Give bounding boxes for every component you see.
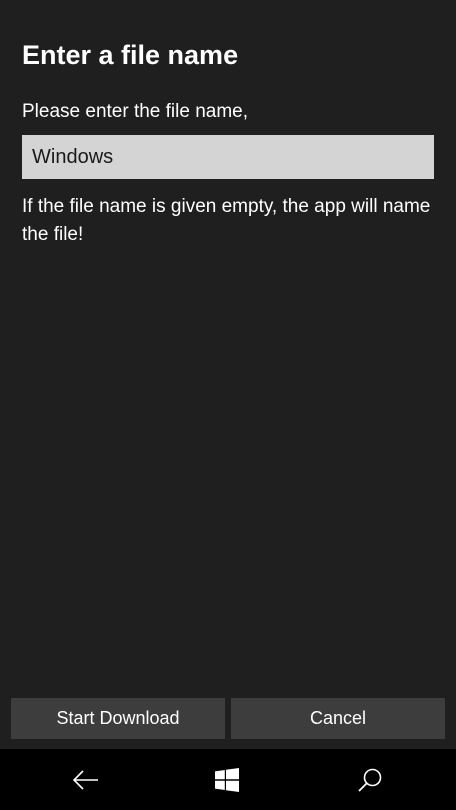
- windows-logo-icon: [215, 767, 239, 792]
- cancel-button[interactable]: Cancel: [231, 698, 445, 739]
- system-navigation-bar: [0, 749, 456, 810]
- search-button[interactable]: [325, 749, 415, 810]
- dialog-title: Enter a file name: [22, 40, 239, 70]
- search-icon: [358, 768, 382, 792]
- file-name-dialog: Enter a file name Please enter the file …: [0, 0, 456, 749]
- file-name-prompt: Please enter the file name,: [22, 101, 249, 122]
- file-name-input[interactable]: [32, 145, 424, 169]
- file-name-hint: If the file name is given empty, the app…: [22, 196, 431, 245]
- back-arrow-icon: [72, 769, 98, 790]
- file-name-field[interactable]: [22, 135, 434, 179]
- back-button[interactable]: [41, 749, 131, 810]
- start-button[interactable]: [182, 749, 272, 810]
- start-download-button[interactable]: Start Download: [11, 698, 225, 739]
